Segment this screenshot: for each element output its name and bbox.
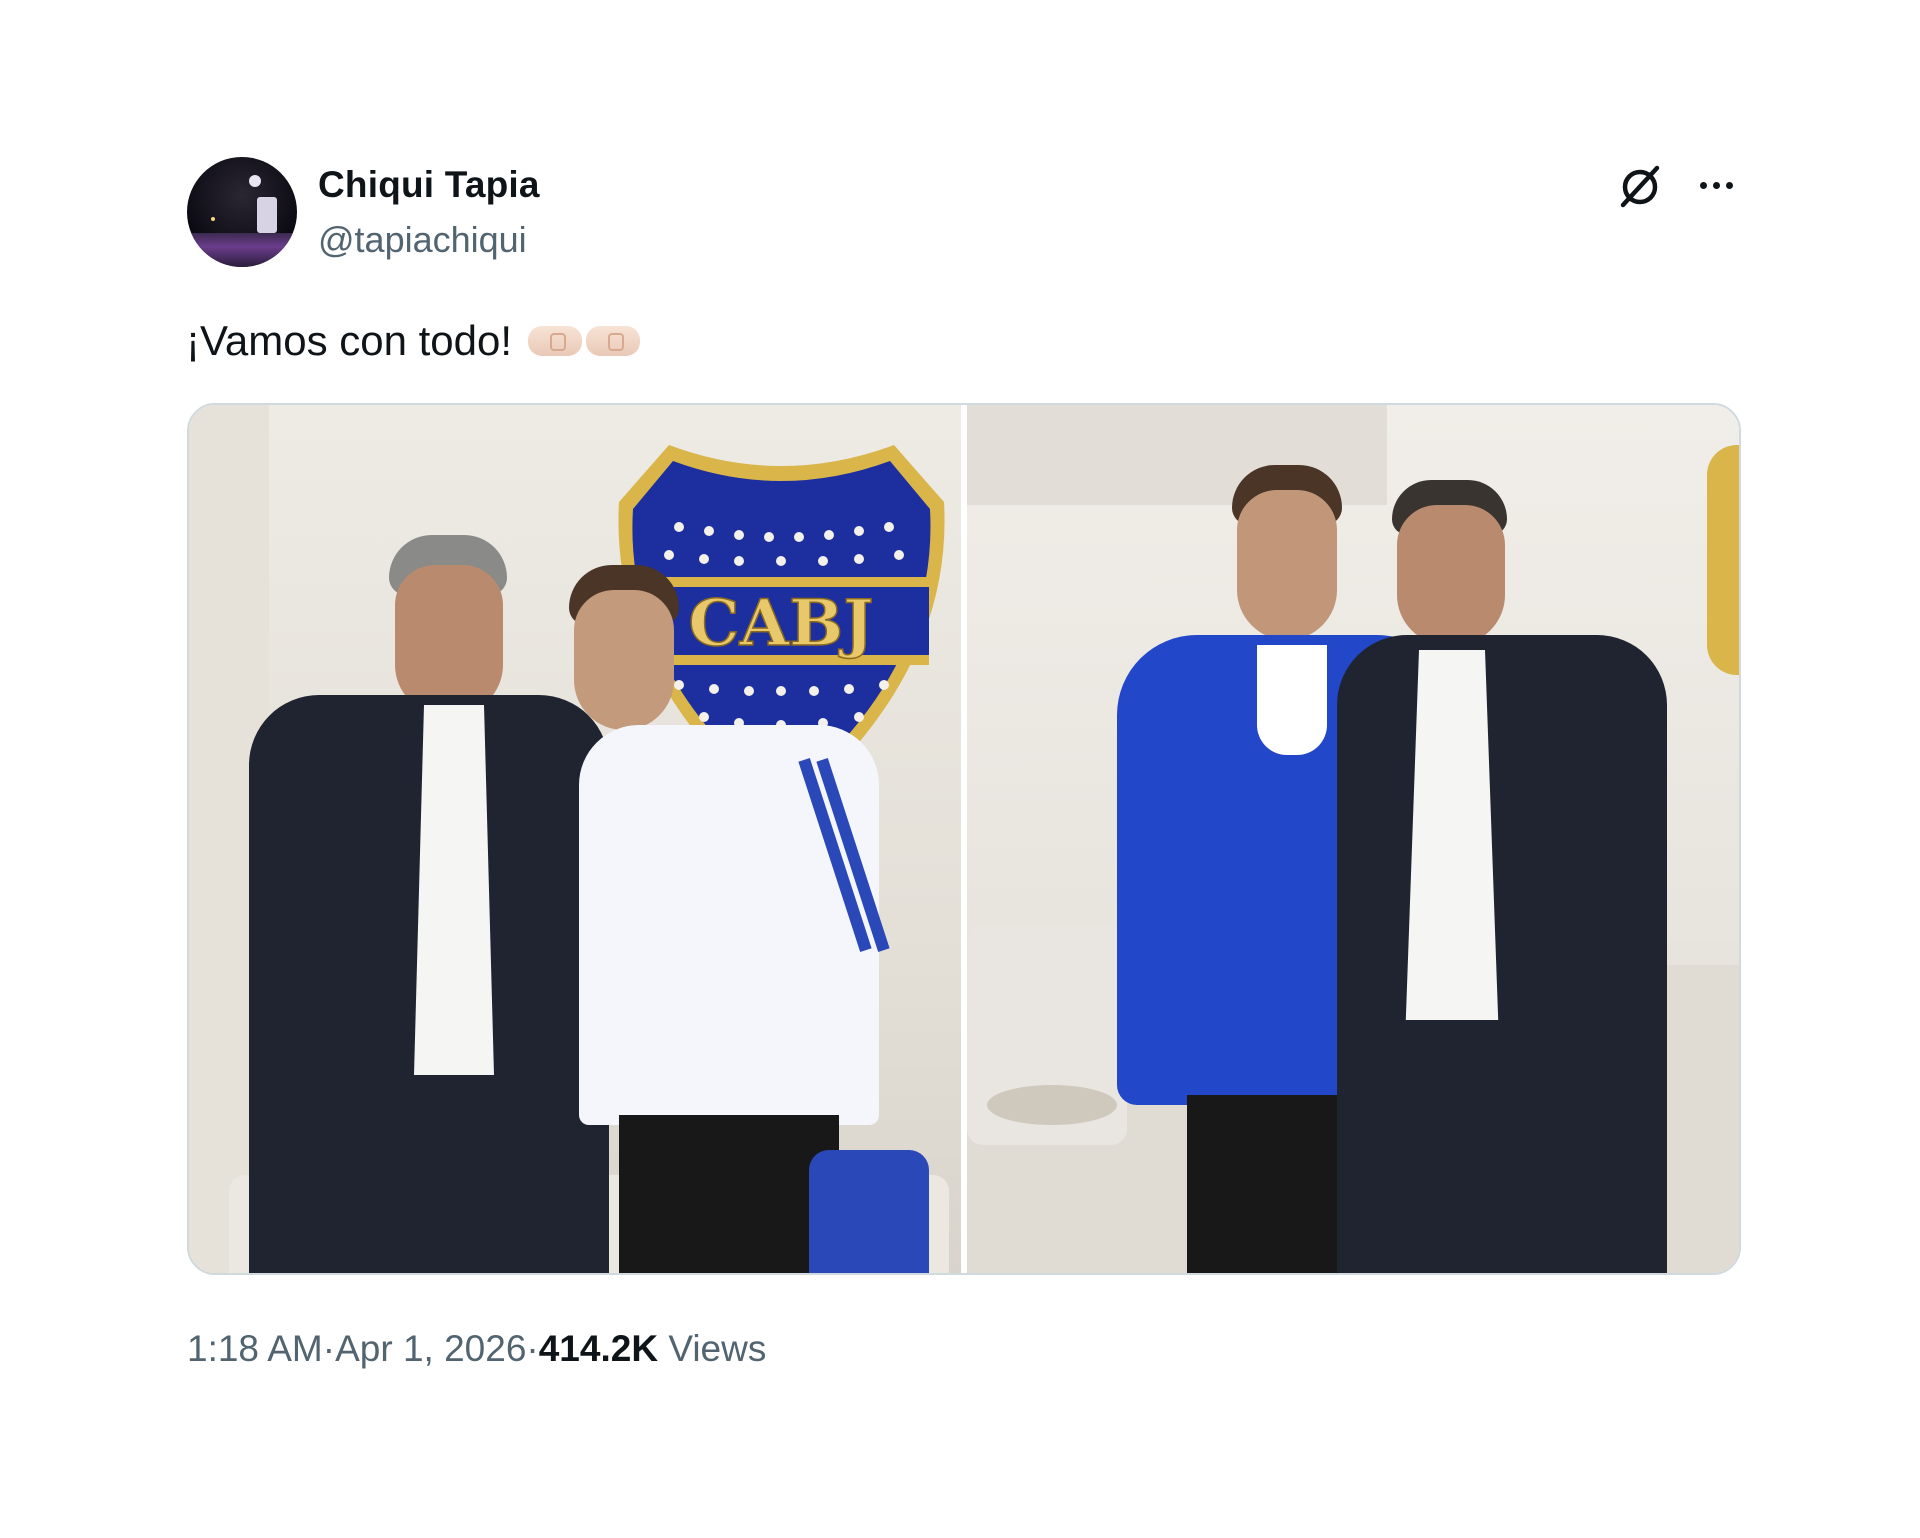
meta-separator: ·: [322, 1328, 336, 1369]
fist-bump-emoji: [528, 326, 641, 356]
photo-2[interactable]: [967, 405, 1739, 1273]
tweet-date[interactable]: Apr 1, 2026: [335, 1328, 526, 1370]
avatar-crowd: [187, 233, 297, 267]
person-face: [1397, 505, 1505, 645]
avatar-spark: [211, 217, 215, 221]
grok-icon[interactable]: [1614, 160, 1666, 212]
views-label-text: Views: [668, 1328, 767, 1369]
avatar-figure: [257, 197, 277, 233]
person-undershirt: [1257, 645, 1327, 755]
meta-separator: ·: [526, 1328, 539, 1369]
more-dot: [1712, 181, 1720, 189]
views-count: 414.2K: [538, 1328, 659, 1369]
person-suit: [1337, 635, 1667, 1273]
blue-jersey-held: [809, 1150, 929, 1273]
svg-text:CABJ: CABJ: [689, 586, 874, 661]
tweet-meta: 1:18 AM · Apr 1, 2026 · 414.2K Views: [187, 1328, 766, 1370]
author-handle[interactable]: @tapiachiqui: [318, 219, 527, 261]
photo-1[interactable]: CABJ: [189, 405, 961, 1273]
more-dot: [1699, 181, 1707, 189]
person-face: [1237, 490, 1337, 640]
views-label: Views: [658, 1328, 766, 1370]
author-display-name[interactable]: Chiqui Tapia: [318, 164, 540, 206]
tweet-text: ¡Vamos con todo!: [186, 317, 513, 364]
person-face: [395, 565, 503, 715]
avatar-light: [249, 175, 261, 187]
crest-edge: [1707, 445, 1739, 675]
fist-right-icon: [586, 326, 641, 356]
more-icon[interactable]: [1690, 165, 1742, 205]
person-shorts: [619, 1115, 839, 1273]
more-dot: [1725, 181, 1733, 189]
table: [987, 1085, 1117, 1125]
fist-left-icon: [528, 326, 583, 356]
author-avatar[interactable]: [187, 157, 297, 267]
tweet-time[interactable]: 1:18 AM: [187, 1328, 323, 1370]
tweet-card: Chiqui Tapia @tapiachiqui ¡Vamos con tod…: [0, 0, 1920, 1538]
person-face: [574, 590, 674, 730]
media-grid: CABJ: [187, 403, 1741, 1275]
tweet-text-row: ¡Vamos con todo!: [186, 317, 641, 365]
